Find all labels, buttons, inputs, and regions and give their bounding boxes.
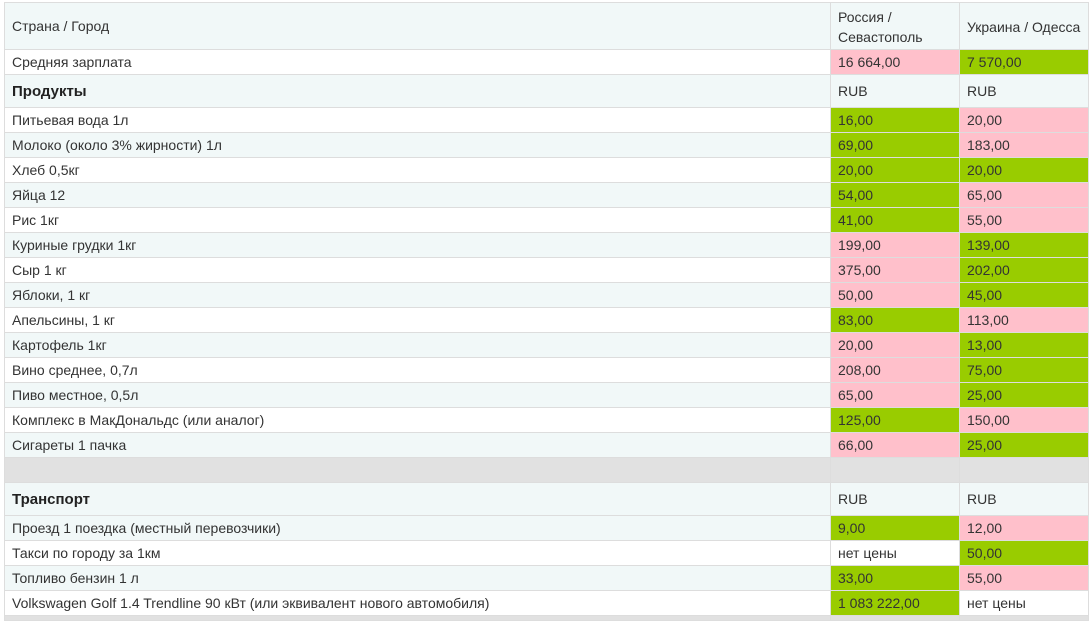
price-odessa: 75,00 — [959, 357, 1089, 383]
table-row: Такси по городу за 1км нет цены 50,00 — [4, 540, 1089, 566]
price-odessa: 55,00 — [959, 565, 1089, 591]
table-header-row: Страна / Город Россия / Севастополь Укра… — [4, 2, 1089, 50]
table-row: Вино среднее, 0,7л 208,00 75,00 — [4, 357, 1089, 383]
price-sevastopol: 20,00 — [830, 157, 960, 183]
item-label: Рис 1кг — [4, 207, 831, 233]
price-odessa: 45,00 — [959, 282, 1089, 308]
item-label: Сигареты 1 пачка — [4, 432, 831, 458]
price-sevastopol: нет цены — [830, 540, 960, 566]
header-country-city-label: Страна / Город — [4, 2, 831, 50]
price-sevastopol: 9,00 — [830, 515, 960, 541]
price-sevastopol: 33,00 — [830, 565, 960, 591]
table-row: Рис 1кг 41,00 55,00 — [4, 207, 1089, 233]
item-label: Такси по городу за 1км — [4, 540, 831, 566]
section-transport-title: Транспорт — [4, 482, 831, 516]
price-odessa: 25,00 — [959, 432, 1089, 458]
price-sevastopol: 20,00 — [830, 332, 960, 358]
price-sevastopol: 83,00 — [830, 307, 960, 333]
price-sevastopol: 1 083 222,00 — [830, 590, 960, 616]
price-odessa: 150,00 — [959, 407, 1089, 433]
price-sevastopol: 16,00 — [830, 107, 960, 133]
header-city-sevastopol: Россия / Севастополь — [830, 2, 960, 50]
salary-odessa: 7 570,00 — [959, 49, 1089, 75]
table-row: Проезд 1 поездка (местный перевозчики) 9… — [4, 515, 1089, 541]
price-odessa: 20,00 — [959, 157, 1089, 183]
price-odessa: 12,00 — [959, 515, 1089, 541]
table-row: Сигареты 1 пачка 66,00 25,00 — [4, 432, 1089, 458]
item-label: Яблоки, 1 кг — [4, 282, 831, 308]
item-label: Картофель 1кг — [4, 332, 831, 358]
price-odessa: 20,00 — [959, 107, 1089, 133]
price-sevastopol: 208,00 — [830, 357, 960, 383]
salary-label: Средняя зарплата — [4, 49, 831, 75]
table-row: Комплекс в МакДональдс (или аналог) 125,… — [4, 407, 1089, 433]
price-sevastopol: 54,00 — [830, 182, 960, 208]
section-divider — [4, 457, 1089, 483]
table-row: Яблоки, 1 кг 50,00 45,00 — [4, 282, 1089, 308]
item-label: Куриные грудки 1кг — [4, 232, 831, 258]
table-row: Апельсины, 1 кг 83,00 113,00 — [4, 307, 1089, 333]
price-odessa: 55,00 — [959, 207, 1089, 233]
price-odessa: 139,00 — [959, 232, 1089, 258]
price-odessa: 202,00 — [959, 257, 1089, 283]
item-label: Апельсины, 1 кг — [4, 307, 831, 333]
item-label: Питьевая вода 1л — [4, 107, 831, 133]
table-row: Куриные грудки 1кг 199,00 139,00 — [4, 232, 1089, 258]
price-odessa: 65,00 — [959, 182, 1089, 208]
header-city-odessa: Украина / Одесса — [959, 2, 1089, 50]
transport-currency-sevastopol: RUB — [830, 482, 960, 516]
price-sevastopol: 65,00 — [830, 382, 960, 408]
table-row: Сыр 1 кг 375,00 202,00 — [4, 257, 1089, 283]
price-odessa: нет цены — [959, 590, 1089, 616]
price-odessa: 13,00 — [959, 332, 1089, 358]
price-sevastopol: 375,00 — [830, 257, 960, 283]
price-comparison-table: Страна / Город Россия / Севастополь Укра… — [4, 2, 1089, 621]
price-odessa: 113,00 — [959, 307, 1089, 333]
item-label: Пиво местное, 0,5л — [4, 382, 831, 408]
table-row: Топливо бензин 1 л 33,00 55,00 — [4, 565, 1089, 591]
item-label: Сыр 1 кг — [4, 257, 831, 283]
section-products-title: Продукты — [4, 74, 831, 108]
transport-currency-odessa: RUB — [959, 482, 1089, 516]
item-label: Комплекс в МакДональдс (или аналог) — [4, 407, 831, 433]
price-odessa: 183,00 — [959, 132, 1089, 158]
products-currency-odessa: RUB — [959, 74, 1089, 108]
table-row: Volkswagen Golf 1.4 Trendline 90 кВт (ил… — [4, 590, 1089, 616]
price-sevastopol: 199,00 — [830, 232, 960, 258]
item-label: Топливо бензин 1 л — [4, 565, 831, 591]
price-sevastopol: 66,00 — [830, 432, 960, 458]
item-label: Volkswagen Golf 1.4 Trendline 90 кВт (ил… — [4, 590, 831, 616]
section-transport-header: Транспорт RUB RUB — [4, 482, 1089, 516]
table-row: Яйца 12 54,00 65,00 — [4, 182, 1089, 208]
item-label: Молоко (около 3% жирности) 1л — [4, 132, 831, 158]
item-label: Проезд 1 поездка (местный перевозчики) — [4, 515, 831, 541]
item-label: Вино среднее, 0,7л — [4, 357, 831, 383]
section-products-header: Продукты RUB RUB — [4, 74, 1089, 108]
price-sevastopol: 125,00 — [830, 407, 960, 433]
table-row: Картофель 1кг 20,00 13,00 — [4, 332, 1089, 358]
table-row: Хлеб 0,5кг 20,00 20,00 — [4, 157, 1089, 183]
table-row: Молоко (около 3% жирности) 1л 69,00 183,… — [4, 132, 1089, 158]
salary-sevastopol: 16 664,00 — [830, 49, 960, 75]
price-odessa: 50,00 — [959, 540, 1089, 566]
products-currency-sevastopol: RUB — [830, 74, 960, 108]
table-row: Питьевая вода 1л 16,00 20,00 — [4, 107, 1089, 133]
table-row: Пиво местное, 0,5л 65,00 25,00 — [4, 382, 1089, 408]
cost-comparison-page: Страна / Город Россия / Севастополь Укра… — [0, 0, 1092, 621]
item-label: Яйца 12 — [4, 182, 831, 208]
table-bottom-edge — [4, 615, 1089, 621]
price-sevastopol: 69,00 — [830, 132, 960, 158]
salary-row: Средняя зарплата 16 664,00 7 570,00 — [4, 49, 1089, 75]
price-odessa: 25,00 — [959, 382, 1089, 408]
price-sevastopol: 50,00 — [830, 282, 960, 308]
price-sevastopol: 41,00 — [830, 207, 960, 233]
item-label: Хлеб 0,5кг — [4, 157, 831, 183]
